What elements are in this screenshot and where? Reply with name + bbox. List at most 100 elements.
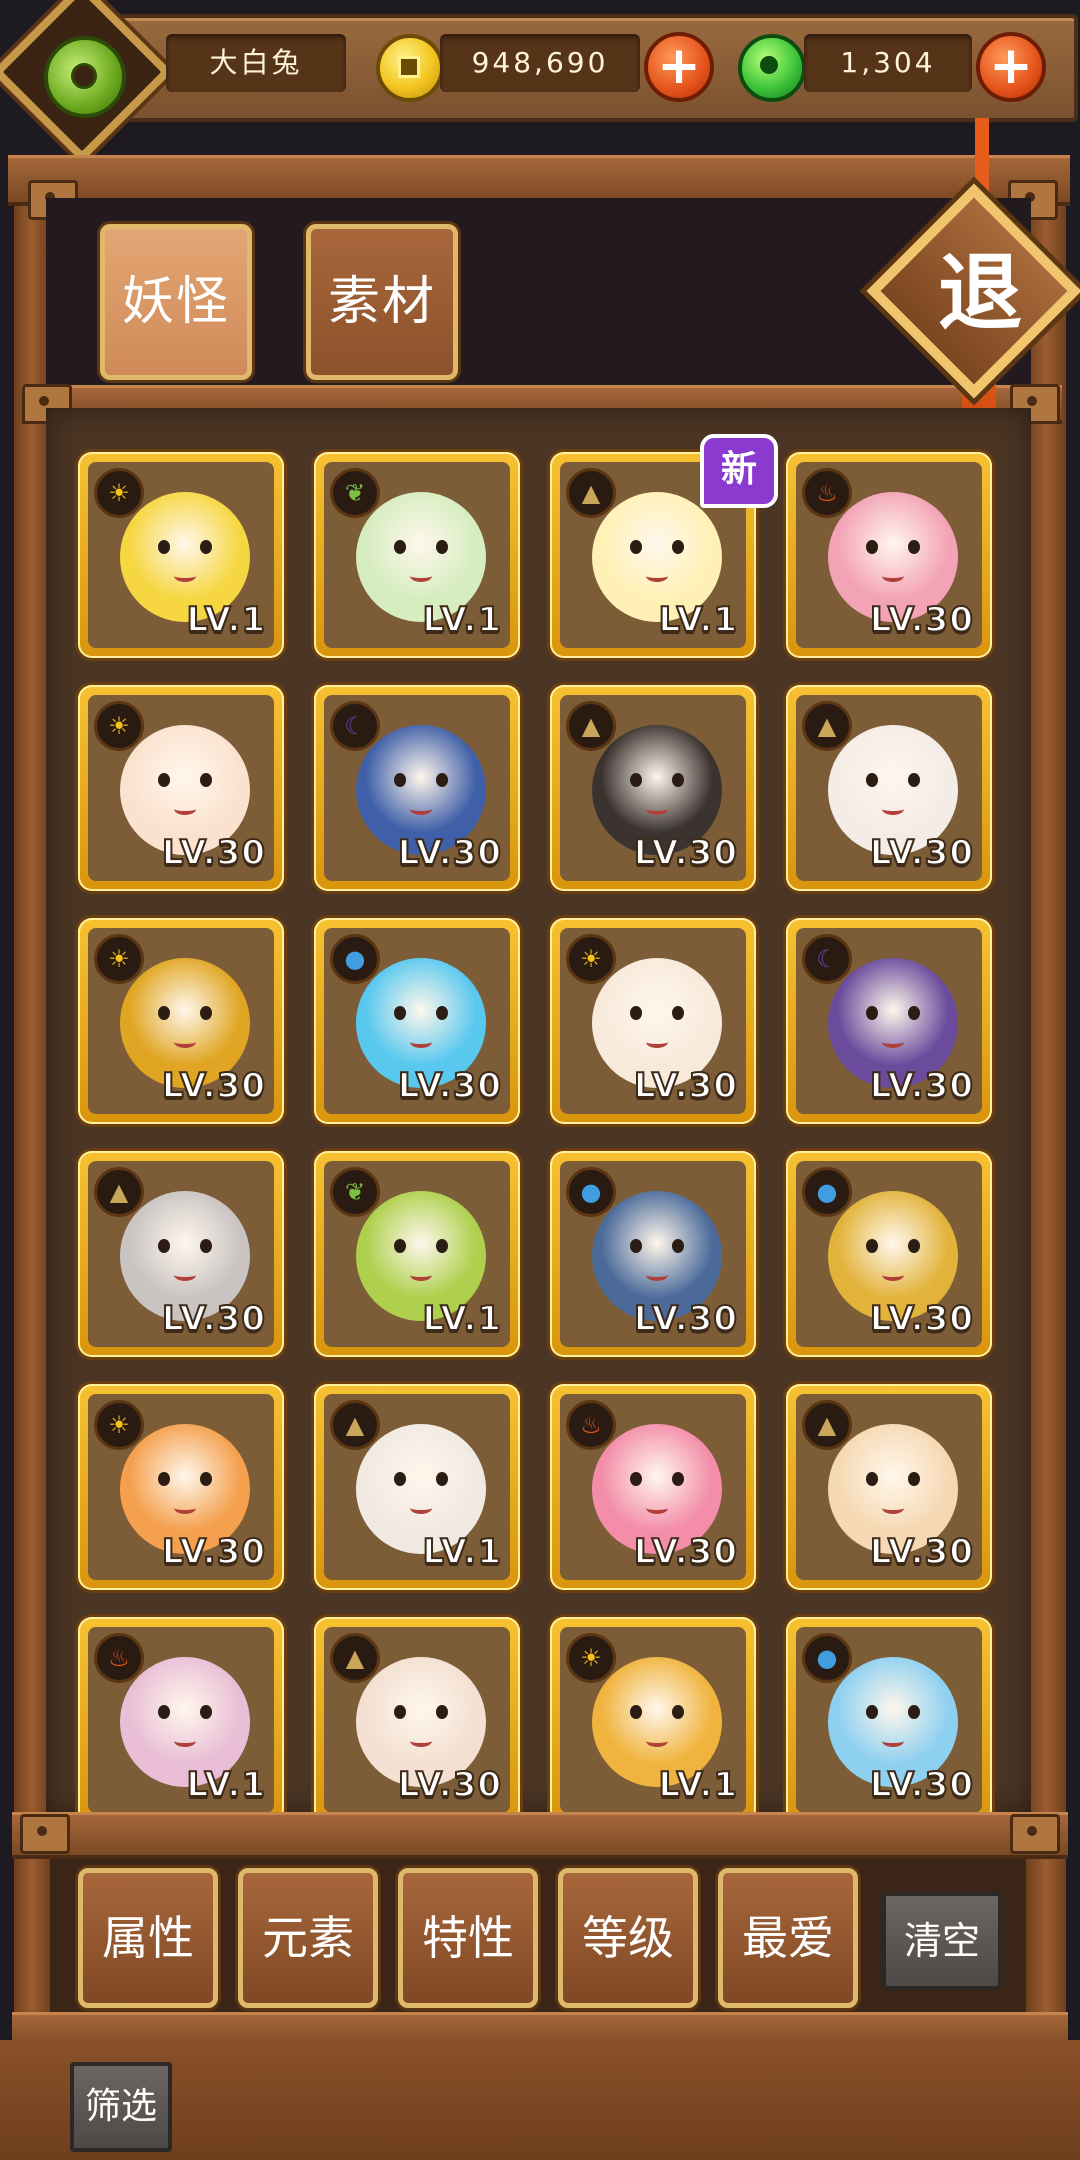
monster-card-frame: ▲ LV.30 [560,695,746,881]
monster-level: LV.1 [422,1531,502,1573]
monster-card[interactable]: ▲ LV.30 [78,1151,284,1357]
sun-icon: ☀ [566,934,616,984]
monster-card[interactable]: ❦ LV.1 [314,452,520,658]
monster-card[interactable]: ♨ LV.1 [78,1617,284,1823]
sun-icon: ☀ [566,1633,616,1683]
monster-card-frame: ♨ LV.30 [560,1394,746,1580]
monster-card-frame: ▲ LV.30 [796,1394,982,1580]
monster-card-frame: ☾ LV.30 [796,928,982,1114]
monster-card-frame: ♨ LV.30 [796,462,982,648]
droplet-icon: ● [330,934,380,984]
monster-card[interactable]: ♨ LV.30 [550,1384,756,1590]
monster-level: LV.30 [869,1298,974,1340]
monster-level: LV.30 [397,1065,502,1107]
monster-card[interactable]: ☾ LV.30 [314,685,520,891]
monster-level: LV.30 [869,1531,974,1573]
nail [1010,1814,1060,1854]
mountain-icon: ▲ [566,701,616,751]
monster-card-frame: ☀ LV.30 [560,928,746,1114]
monster-card[interactable]: ☀ LV.30 [78,685,284,891]
filter-element-button[interactable]: 元素 [238,1868,378,2008]
mountain-icon: ▲ [330,1400,380,1450]
sun-icon: ☀ [94,468,144,518]
monster-card[interactable]: ☀ LV.1 [78,452,284,658]
player-name: 大白兔 [166,34,346,92]
monster-level: LV.30 [633,1298,738,1340]
monster-level: LV.30 [161,1298,266,1340]
filter-top-plank [12,1812,1068,1859]
monster-level: LV.30 [161,1531,266,1573]
monster-card-frame: ☀ LV.30 [88,695,274,881]
monster-level: LV.30 [397,1764,502,1806]
monster-level: LV.1 [186,1764,266,1806]
monster-level: LV.30 [869,1065,974,1107]
filter-level-button[interactable]: 等级 [558,1868,698,2008]
monster-level: LV.1 [658,599,738,641]
tab-materials[interactable]: 素材 [306,224,458,380]
monster-card[interactable]: ● LV.30 [786,1617,992,1823]
monster-card-frame: ☀ LV.1 [88,462,274,648]
monster-card[interactable]: ♨ LV.30 [786,452,992,658]
monster-card[interactable]: ▲ LV.30 [314,1617,520,1823]
monster-card-frame: ❦ LV.1 [324,1161,510,1347]
monster-card[interactable]: ▲ LV.30 [786,685,992,891]
mountain-icon: ▲ [566,468,616,518]
filter-toggle-button[interactable]: 筛选 [70,2062,172,2152]
monster-level: LV.1 [186,599,266,641]
monster-level: LV.30 [161,1065,266,1107]
filter-attribute-button[interactable]: 属性 [78,1868,218,2008]
monster-level: LV.30 [633,1065,738,1107]
monster-card[interactable]: ● LV.30 [786,1151,992,1357]
mountain-icon: ▲ [94,1167,144,1217]
monster-card[interactable]: ☀ LV.30 [78,918,284,1124]
monster-card-frame: ● LV.30 [796,1161,982,1347]
monster-level: LV.30 [397,832,502,874]
monster-card[interactable]: ❦ LV.1 [314,1151,520,1357]
clear-filters-button[interactable]: 清空 [882,1892,1002,1990]
monster-card[interactable]: ☀ LV.30 [550,918,756,1124]
sun-icon: ☀ [94,934,144,984]
add-coins-button[interactable]: + [644,32,714,102]
monster-card-frame: ☀ LV.30 [88,928,274,1114]
moon-icon: ☾ [802,934,852,984]
monster-card[interactable]: ☾ LV.30 [786,918,992,1124]
gold-coin-icon [376,34,444,102]
monster-card[interactable]: ▲ LV.1 [314,1384,520,1590]
monster-level: LV.1 [422,1298,502,1340]
monster-card-frame: ● LV.30 [560,1161,746,1347]
monster-card[interactable]: ☀ LV.30 [78,1384,284,1590]
monster-card-frame: ● LV.30 [796,1627,982,1813]
monster-level: LV.1 [422,599,502,641]
new-badge: 新 [700,434,778,508]
droplet-icon: ● [802,1633,852,1683]
monster-level: LV.30 [161,832,266,874]
monster-card[interactable]: ☀ LV.1 [550,1617,756,1823]
monster-card[interactable]: ▲ LV.30 [550,685,756,891]
sun-icon: ☀ [94,701,144,751]
monster-card[interactable]: ● LV.30 [550,1151,756,1357]
monster-card-frame: ▲ LV.30 [324,1627,510,1813]
monster-level: LV.30 [633,832,738,874]
droplet-icon: ● [802,1167,852,1217]
flame-icon: ♨ [566,1400,616,1450]
monster-card-frame: ❦ LV.1 [324,462,510,648]
mountain-icon: ▲ [802,1400,852,1450]
monster-card-frame: ♨ LV.1 [88,1627,274,1813]
nail [20,1814,70,1854]
tab-monsters[interactable]: 妖怪 [100,224,252,380]
moon-icon: ☾ [330,701,380,751]
monster-card-frame: ☾ LV.30 [324,695,510,881]
monster-card[interactable]: ▲ LV.30 [786,1384,992,1590]
filter-trait-button[interactable]: 特性 [398,1868,538,2008]
left-post [14,160,50,2060]
jade-gem-icon [738,34,806,102]
monster-card-frame: ▲ LV.1 [324,1394,510,1580]
add-gems-button[interactable]: + [976,32,1046,102]
monster-level: LV.30 [869,599,974,641]
mountain-icon: ▲ [330,1633,380,1683]
monster-card[interactable]: ● LV.30 [314,918,520,1124]
filter-favorite-button[interactable]: 最爱 [718,1868,858,2008]
coin-count: 948,690 [440,34,640,92]
mountain-icon: ▲ [802,701,852,751]
monster-card-frame: ▲ LV.30 [796,695,982,881]
